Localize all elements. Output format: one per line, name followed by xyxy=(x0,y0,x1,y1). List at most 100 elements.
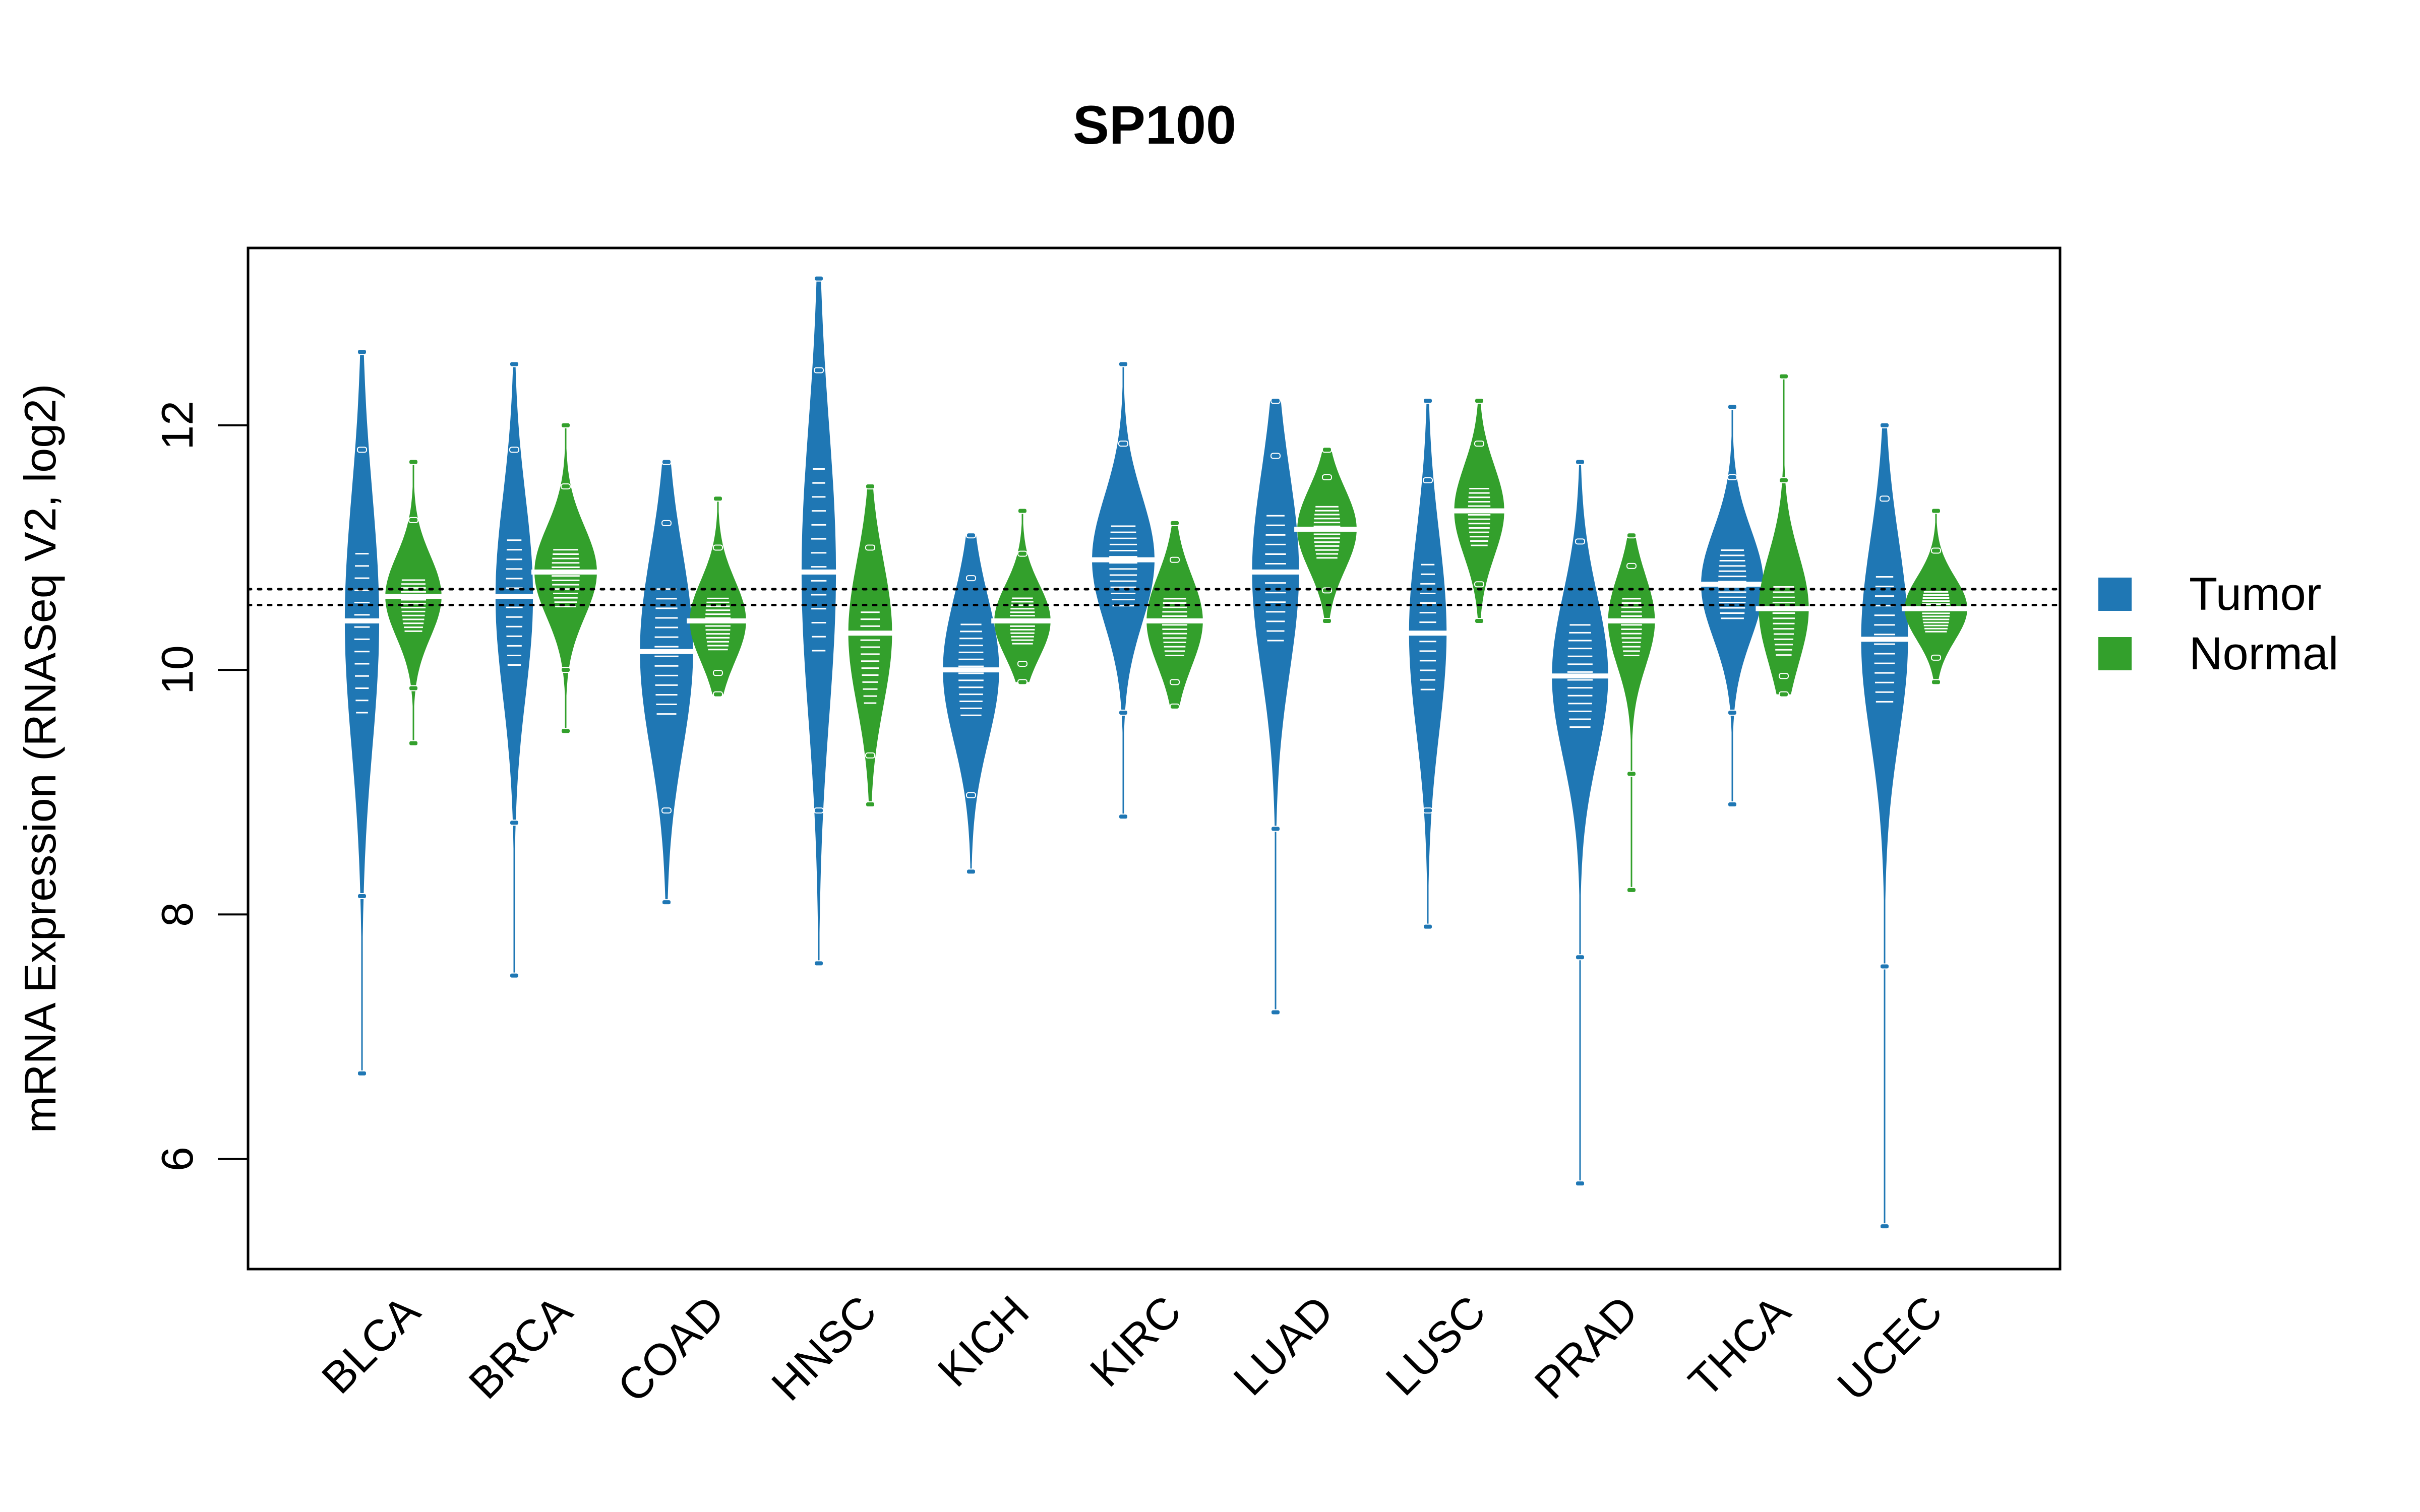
outlier-point xyxy=(1017,550,1027,557)
outlier-point xyxy=(1118,710,1128,716)
outlier-point xyxy=(1270,398,1281,404)
x-tick-label: BLCA xyxy=(312,1286,430,1403)
outlier-point xyxy=(509,972,519,979)
y-axis-label: mRNA Expression (RNASeq V2, log2) xyxy=(15,384,65,1133)
violin-tumor-lusc xyxy=(1406,398,1450,930)
violin-body xyxy=(1146,523,1203,707)
violin-normal-thca xyxy=(1756,373,1812,698)
outlier-point xyxy=(1270,453,1281,459)
outlier-point xyxy=(1575,459,1585,465)
outlier-point xyxy=(713,495,723,502)
outlier-point xyxy=(1170,703,1180,710)
violin-body xyxy=(344,352,380,1027)
violin-tumor-prad xyxy=(1549,459,1611,1187)
outlier-point xyxy=(408,685,418,691)
outlier-point xyxy=(865,801,875,807)
outlier-point xyxy=(1017,660,1027,667)
outlier-point xyxy=(1727,404,1737,410)
outlier-point xyxy=(814,367,824,373)
violin-normal-prad xyxy=(1605,532,1658,893)
outlier-point xyxy=(1423,923,1433,930)
x-tick-label-group: KICH xyxy=(928,1286,1039,1396)
outlier-point xyxy=(1118,440,1128,447)
outlier-point xyxy=(357,349,367,355)
y-tick-label-group: 10 xyxy=(152,645,202,695)
x-tick-label-group: HNSC xyxy=(762,1286,886,1410)
violin-tumor-blca xyxy=(341,349,383,1077)
outlier-point xyxy=(1474,581,1484,588)
outlier-point xyxy=(1423,807,1433,814)
outlier-point xyxy=(1727,710,1737,716)
x-tick-label: COAD xyxy=(608,1286,734,1412)
x-tick-label-group: UCEC xyxy=(1828,1286,1952,1410)
violin-body xyxy=(943,535,999,872)
violin-normal-coad xyxy=(687,495,749,698)
outlier-point xyxy=(966,868,976,875)
chart-title: SP100 xyxy=(1073,94,1236,155)
outlier-point xyxy=(561,667,571,673)
y-tick-label: 8 xyxy=(152,902,202,927)
x-tick-label: KICH xyxy=(928,1286,1039,1396)
y-tick-label: 10 xyxy=(152,645,202,695)
outlier-point xyxy=(509,361,519,367)
outlier-point xyxy=(966,532,976,539)
violin-chart: SP100 mRNA Expression (RNASeq V2, log2) … xyxy=(15,94,2338,1412)
x-tick-label: KIRC xyxy=(1080,1286,1191,1396)
x-tick-label-group: PRAD xyxy=(1525,1286,1648,1408)
violin-tumor-coad xyxy=(637,459,696,906)
outlier-point xyxy=(1474,618,1484,624)
outlier-point xyxy=(1880,495,1890,502)
outlier-point xyxy=(1931,508,1941,514)
y-axis: 6 8 10 12 xyxy=(152,401,248,1171)
outlier-point xyxy=(408,740,418,746)
violin-body xyxy=(801,278,836,964)
x-tick-label: HNSC xyxy=(762,1286,886,1410)
outlier-point xyxy=(509,820,519,826)
outlier-point xyxy=(814,275,824,282)
violin-body xyxy=(690,498,746,695)
outlier-point xyxy=(1322,474,1332,480)
outlier-point xyxy=(1170,679,1180,685)
outlier-point xyxy=(1779,691,1789,698)
x-axis: BLCA BRCA COAD HNSC KICH KIRC LUAD LUSC PRAD THCA… xyxy=(312,1286,1952,1412)
outlier-point xyxy=(1118,813,1128,820)
outlier-point xyxy=(713,670,723,676)
x-tick-label-group: BLCA xyxy=(312,1286,430,1403)
violin-tumor-luad xyxy=(1249,398,1302,1016)
outlier-point xyxy=(1423,398,1433,404)
outlier-point xyxy=(1779,373,1789,380)
plot-marks xyxy=(341,275,1970,1230)
violin-body xyxy=(1252,401,1299,891)
outlier-point xyxy=(1423,477,1433,484)
outlier-point xyxy=(713,691,723,698)
legend: Tumor Normal xyxy=(2098,569,2338,679)
outlier-point xyxy=(1270,1009,1281,1016)
outlier-point xyxy=(1575,954,1585,961)
outlier-point xyxy=(561,728,571,734)
outlier-point xyxy=(1626,771,1637,777)
outlier-point xyxy=(1322,447,1332,453)
outlier-point xyxy=(1626,562,1637,569)
violin-tumor-ucec xyxy=(1858,422,1911,1230)
x-tick-label: PRAD xyxy=(1525,1286,1648,1408)
outlier-point xyxy=(357,447,367,453)
outlier-point xyxy=(561,483,571,490)
outlier-point xyxy=(1931,679,1941,685)
outlier-point xyxy=(1727,474,1737,480)
outlier-point xyxy=(1170,520,1180,526)
violin-normal-brca xyxy=(531,422,600,734)
violin-tumor-kich xyxy=(940,532,1002,875)
outlier-point xyxy=(1779,477,1789,484)
x-tick-label-group: THCA xyxy=(1679,1286,1800,1407)
outlier-point xyxy=(865,483,875,490)
violin-body xyxy=(640,462,693,903)
y-tick-label-group: 12 xyxy=(152,401,202,450)
outlier-point xyxy=(814,807,824,814)
x-tick-label-group: BRCA xyxy=(459,1286,582,1408)
legend-label-tumor: Tumor xyxy=(2189,569,2321,620)
x-tick-label-group: COAD xyxy=(608,1286,734,1412)
violin-body xyxy=(994,511,1051,682)
legend-swatch-tumor xyxy=(2098,578,2132,611)
outlier-point xyxy=(1017,508,1027,514)
outlier-point xyxy=(1474,398,1484,404)
